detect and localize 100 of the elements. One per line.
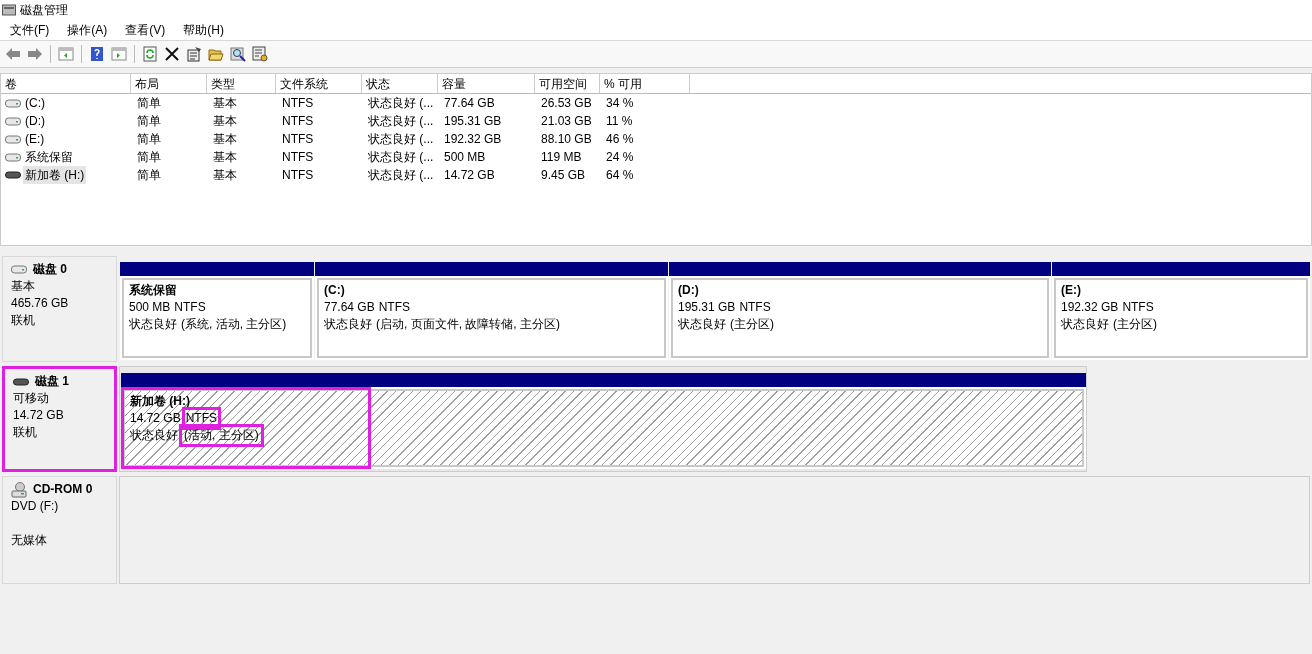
table-cell: 状态良好 (... — [368, 96, 434, 110]
panel-icon[interactable] — [58, 46, 74, 62]
disk-detail: 可移动 — [13, 390, 50, 407]
table-cell[interactable]: 系统保留 — [23, 148, 75, 166]
table-cell: NTFS — [282, 168, 314, 182]
partition-panel[interactable]: (C:) 77.64 GB NTFS 状态良好 (启动, 页面文件, 故障转储, 主分区) — [315, 262, 668, 360]
disk-detail: 联机 — [11, 312, 36, 329]
menu-item[interactable]: 操作(A) — [59, 18, 116, 41]
table-cell: NTFS — [282, 132, 314, 146]
folder-icon[interactable] — [208, 46, 224, 62]
table-cell: 简单 — [137, 96, 161, 110]
volume-name: (C:) — [324, 282, 345, 299]
volume-size: 192.32 GB — [1061, 299, 1119, 316]
drive-icon — [11, 265, 27, 274]
delete-icon[interactable] — [164, 46, 180, 62]
table-cell: 状态良好 (... — [368, 150, 434, 164]
file-system: NTFS — [739, 299, 771, 316]
volume-status: 状态良好 — [324, 316, 372, 333]
refresh-icon[interactable] — [142, 46, 158, 62]
table-cell: 状态良好 (... — [368, 168, 434, 182]
table-cell: 26.53 GB — [541, 96, 592, 110]
disk-info-panel[interactable]: 磁盘 1 可移动 14.72 GB 联机 — [2, 366, 117, 472]
table-cell: 状态良好 (... — [368, 132, 434, 146]
partition-flags: (活动, 主分区) — [182, 427, 261, 444]
table-cell: 46 % — [606, 132, 634, 146]
column-header[interactable]: 容量 — [438, 74, 535, 93]
disk-detail: 14.72 GB — [13, 407, 65, 424]
column-header[interactable]: 布局 — [131, 74, 207, 93]
file-system: NTFS — [174, 299, 206, 316]
volume-name: 系统保留 — [129, 282, 177, 299]
partition-panel[interactable]: 系统保留 500 MB NTFS 状态良好 (系统, 活动, 主分区) — [120, 262, 314, 360]
table-cell: 77.64 GB — [444, 96, 495, 110]
column-header[interactable]: 卷 — [1, 74, 131, 93]
drive-icon — [5, 134, 21, 144]
drive-icon — [5, 152, 21, 162]
table-cell: 14.72 GB — [444, 168, 495, 182]
drive-icon — [5, 116, 21, 126]
table-cell: 500 MB — [444, 150, 486, 164]
partition-flags: (系统, 活动, 主分区) — [181, 316, 287, 333]
column-header[interactable]: 可用空间 — [535, 74, 600, 93]
table-cell[interactable]: (E:) — [23, 130, 47, 148]
disk-name: CD-ROM 0 — [33, 481, 93, 498]
table-cell: 状态良好 (... — [368, 114, 434, 128]
menu-item[interactable]: 查看(V) — [117, 18, 174, 41]
volume-status: 状态良好 — [129, 316, 177, 333]
table-cell: 9.45 GB — [541, 168, 586, 182]
disk-management-icon — [2, 3, 16, 16]
disk-detail: 465.76 GB — [11, 295, 70, 312]
back-arrow-icon[interactable] — [5, 46, 21, 62]
volume-name: (E:) — [1061, 282, 1081, 299]
cd-drive-icon — [11, 481, 27, 498]
table-cell: 24 % — [606, 150, 634, 164]
partition-flags: (主分区) — [730, 316, 774, 333]
properties-icon[interactable] — [186, 46, 202, 62]
table-cell: 11 % — [606, 114, 633, 128]
column-header[interactable]: 类型 — [207, 74, 276, 93]
table-cell: NTFS — [282, 96, 314, 110]
help-icon[interactable] — [89, 46, 105, 62]
settings-icon[interactable] — [252, 46, 268, 62]
table-cell: NTFS — [282, 114, 314, 128]
table-cell: 21.03 GB — [541, 114, 592, 128]
table-cell[interactable]: (D:) — [23, 112, 47, 130]
disk-name: 磁盘 0 — [33, 261, 67, 278]
partition-panel[interactable]: (E:) 192.32 GB NTFS 状态良好 (主分区) — [1052, 262, 1310, 360]
magnifier-icon[interactable] — [230, 46, 246, 62]
menu-item[interactable]: 文件(F) — [2, 18, 58, 41]
table-cell[interactable]: 新加卷 (H:) — [23, 166, 87, 184]
table-cell: 119 MB — [541, 150, 582, 164]
disk-detail: 无媒体 — [11, 532, 48, 549]
column-header[interactable]: % 可用 — [600, 74, 690, 93]
table-cell: 基本 — [213, 132, 237, 146]
drive-icon — [13, 377, 29, 386]
file-system: NTFS — [184, 410, 219, 427]
table-cell[interactable]: (C:) — [23, 94, 47, 112]
table-cell: 简单 — [137, 168, 161, 182]
partition-flags: (启动, 页面文件, 故障转储, 主分区) — [376, 316, 560, 333]
forward-arrow-icon[interactable] — [27, 46, 43, 62]
menu-item[interactable]: 帮助(H) — [175, 18, 232, 41]
volume-status: 状态良好 — [678, 316, 726, 333]
volume-status: 状态良好 — [130, 427, 178, 444]
disk-detail: 联机 — [13, 424, 38, 441]
drive-icon — [5, 98, 21, 108]
panel-icon[interactable] — [111, 46, 127, 62]
disk-detail: 基本 — [11, 278, 36, 295]
table-cell: 88.10 GB — [541, 132, 592, 146]
column-header[interactable]: 状态 — [362, 74, 438, 93]
table-cell: 简单 — [137, 114, 161, 128]
volume-size: 500 MB — [129, 299, 171, 316]
partition-panel[interactable]: 新加卷 (H:) 14.72 GB NTFS 状态良好 (活动, 主分区) — [121, 373, 1086, 469]
volume-size: 14.72 GB — [130, 410, 181, 427]
window-title: 磁盘管理 — [20, 1, 68, 19]
column-header[interactable]: 文件系统 — [276, 74, 362, 93]
volume-name: 新加卷 (H:) — [130, 393, 190, 410]
table-cell: 简单 — [137, 132, 161, 146]
disk-info-panel[interactable]: CD-ROM 0 DVD (F:) 无媒体 — [2, 476, 117, 584]
disk-info-panel[interactable]: 磁盘 0 基本 465.76 GB 联机 — [2, 256, 117, 362]
table-cell: 195.31 GB — [444, 114, 502, 128]
table-cell: 34 % — [606, 96, 634, 110]
partition-panel[interactable]: (D:) 195.31 GB NTFS 状态良好 (主分区) — [669, 262, 1051, 360]
partition-flags: (主分区) — [1113, 316, 1157, 333]
